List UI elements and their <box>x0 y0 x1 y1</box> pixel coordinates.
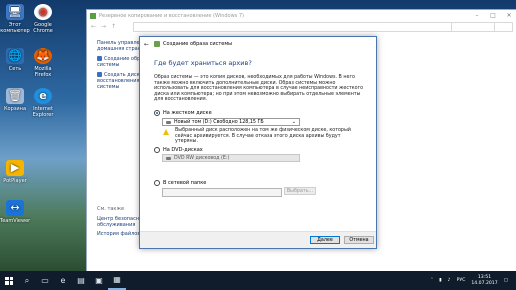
same-disk-warning: Выбранный диск расположен на том же физи… <box>162 128 352 145</box>
drive-icon <box>166 120 171 124</box>
desktop-icon-teamviewer[interactable]: ↔ TeamViewer <box>0 200 30 224</box>
window-titlebar: Резервное копирование и восстановление (… <box>87 10 516 21</box>
dialog-intro-text: Образ системы — это копия дисков, необхо… <box>154 75 364 103</box>
tray-chevron-up-icon[interactable]: ˄ <box>431 278 433 283</box>
notifications-icon[interactable]: ▢ <box>504 278 508 283</box>
desktop-icon-potplayer[interactable]: ▶ PotPlayer <box>0 160 30 184</box>
radio-unselected-icon <box>154 180 160 186</box>
taskbar-search-icon[interactable]: ⌕ <box>18 271 36 290</box>
recycle-bin-icon: 🗑 <box>6 88 24 104</box>
backup-icon <box>154 41 161 47</box>
taskbar-control-panel-icon[interactable]: ▦ <box>108 271 126 290</box>
desktop-icon-recycle-bin[interactable]: 🗑 Корзина <box>0 88 30 112</box>
teamviewer-icon: ↔ <box>6 200 24 216</box>
dvd-select-value: DVD RW дисковод (E:) <box>174 155 230 161</box>
shield-icon <box>97 72 102 77</box>
warning-icon <box>163 129 169 135</box>
radio-network[interactable]: В сетевой папке <box>154 180 206 186</box>
taskbar-edge-icon[interactable]: e <box>54 271 72 290</box>
dvd-select: DVD RW дисковод (E:) <box>162 154 300 162</box>
radio-dvd[interactable]: На DVD-дисках <box>154 147 203 153</box>
hard-disk-select-value: Новый том (D:) Свободно 128,15 ГБ <box>174 119 264 125</box>
chevron-down-icon: ⌄ <box>291 119 296 125</box>
desktop-icon-label: TeamViewer <box>0 218 31 224</box>
computer-icon: 🖥 <box>6 4 24 20</box>
next-button[interactable]: Далее <box>310 236 340 244</box>
clock-date: 14.07.2017 <box>471 280 498 286</box>
chrome-icon: ◉ <box>34 4 52 20</box>
radio-unselected-icon <box>154 147 160 153</box>
desktop-icon-label: Сеть <box>8 66 22 72</box>
close-button[interactable]: ✕ <box>501 12 516 19</box>
dialog-title: Создание образа системы <box>163 41 233 47</box>
volume-icon[interactable]: ♪ <box>448 278 451 283</box>
desktop-icon-label: Mozilla Firefox <box>34 66 52 78</box>
desktop-icon-firefox[interactable]: 🦊 Mozilla Firefox <box>28 48 58 78</box>
desktop-icon-ie[interactable]: e Internet Explorer <box>28 88 58 118</box>
system-tray: ˄ ▮ ♪ РУС 13:51 14.07.2017 ▢ <box>431 275 516 286</box>
radio-selected-icon <box>154 110 160 116</box>
hard-disk-select[interactable]: Новый том (D:) Свободно 128,15 ГБ ⌄ <box>162 118 300 126</box>
window-title: Резервное копирование и восстановление (… <box>99 12 245 19</box>
radio-hard-disk[interactable]: На жестком диске <box>154 110 212 116</box>
shield-icon <box>97 56 102 61</box>
taskbar-explorer-icon[interactable]: ▤ <box>72 271 90 290</box>
radio-hard-disk-label: На жестком диске <box>163 110 212 116</box>
browse-button: Выбрать... <box>284 187 316 195</box>
clock[interactable]: 13:51 14.07.2017 <box>471 275 497 286</box>
language-indicator[interactable]: РУС <box>457 278 466 283</box>
network-tray-icon[interactable]: ▮ <box>439 278 442 283</box>
windows-logo-icon <box>5 276 13 285</box>
desktop-icon-label: Google Chrome <box>33 22 53 34</box>
search-input[interactable] <box>451 22 513 32</box>
dialog-footer <box>140 231 376 248</box>
firefox-icon: 🦊 <box>34 48 52 64</box>
radio-dvd-label: На DVD-дисках <box>163 147 203 153</box>
desktop-icon-label: Internet Explorer <box>32 106 54 118</box>
radio-network-label: В сетевой папке <box>163 180 207 186</box>
network-icon: 🌐 <box>6 48 24 64</box>
desktop-icon-network[interactable]: 🌐 Сеть <box>0 48 30 72</box>
dvd-drive-icon <box>166 156 171 160</box>
network-path-input <box>162 188 282 197</box>
control-panel-icon <box>90 12 96 19</box>
desktop-icon-this-pc[interactable]: 🖥 Этот компьютер <box>0 4 30 34</box>
dialog-titlebar: ← Создание образа системы <box>140 37 376 51</box>
maximize-button[interactable]: □ <box>485 12 501 19</box>
desktop-icon-label: Корзина <box>3 106 27 112</box>
desktop-icon-label: Этот компьютер <box>0 22 30 34</box>
start-button[interactable] <box>0 271 18 290</box>
system-image-dialog: ← Создание образа системы Где будет хран… <box>139 36 377 249</box>
minimize-button[interactable]: – <box>469 12 485 19</box>
desktop-icon-label: PotPlayer <box>3 178 27 184</box>
taskbar: ⌕ ▭ e ▤ ▣ ▦ ˄ ▮ ♪ РУС 13:51 14.07.2017 ▢ <box>0 271 516 290</box>
internet-explorer-icon: e <box>34 88 52 104</box>
taskbar-store-icon[interactable]: ▣ <box>90 271 108 290</box>
cancel-button[interactable]: Отмена <box>344 236 374 244</box>
desktop-icon-chrome[interactable]: ◉ Google Chrome <box>28 4 58 34</box>
dialog-heading: Где будет храниться архив? <box>154 59 252 67</box>
up-arrow-icon[interactable]: ↑ <box>111 23 116 30</box>
forward-arrow-icon[interactable]: → <box>101 23 106 30</box>
potplayer-icon: ▶ <box>6 160 24 176</box>
address-bar[interactable] <box>133 22 495 32</box>
back-arrow-icon[interactable]: ← <box>91 23 96 30</box>
back-arrow-icon[interactable]: ← <box>144 41 149 48</box>
task-view-icon[interactable]: ▭ <box>36 271 54 290</box>
warning-text: Выбранный диск расположен на том же физи… <box>175 128 351 145</box>
